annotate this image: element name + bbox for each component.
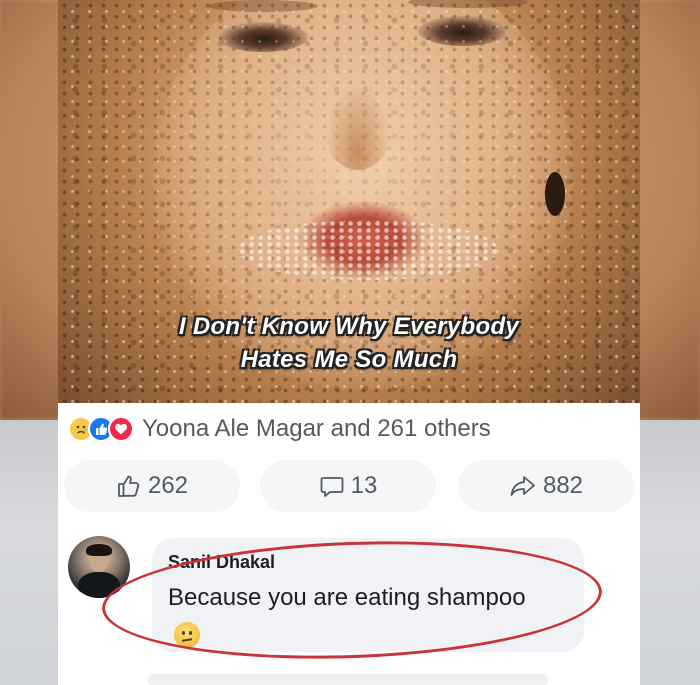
share-arrow-icon xyxy=(510,476,535,496)
love-reaction-icon xyxy=(108,416,134,442)
reactions-summary[interactable]: Yoona Ale Magar and 261 others xyxy=(68,414,491,444)
water-drop xyxy=(545,172,565,216)
post-actions: 262 13 882 xyxy=(58,460,640,514)
meme-caption-line-2: Hates Me So Much xyxy=(240,346,458,373)
post-photo[interactable]: I Don't Know Why Everybody Hates Me So M… xyxy=(58,0,640,403)
reactions-text[interactable]: Yoona Ale Magar and 261 others xyxy=(142,415,491,443)
comment-section: Sanil Dhakal Because you are eating sham… xyxy=(58,528,640,685)
post-card: I Don't Know Why Everybody Hates Me So M… xyxy=(58,0,640,685)
meme-caption-line-1: I Don't Know Why Everybody xyxy=(178,313,520,340)
share-button[interactable]: 882 xyxy=(458,460,634,512)
comment-button[interactable]: 13 xyxy=(260,460,436,512)
next-comment-preview xyxy=(148,674,548,685)
comment-count: 13 xyxy=(350,472,378,499)
foam-chin xyxy=(238,220,498,280)
avatar-hair xyxy=(86,544,112,556)
like-count: 262 xyxy=(147,472,189,499)
like-button[interactable]: 262 xyxy=(64,460,240,512)
share-count: 882 xyxy=(542,472,584,499)
thumbs-up-icon xyxy=(118,475,140,497)
comment-bubble-icon xyxy=(320,477,344,497)
